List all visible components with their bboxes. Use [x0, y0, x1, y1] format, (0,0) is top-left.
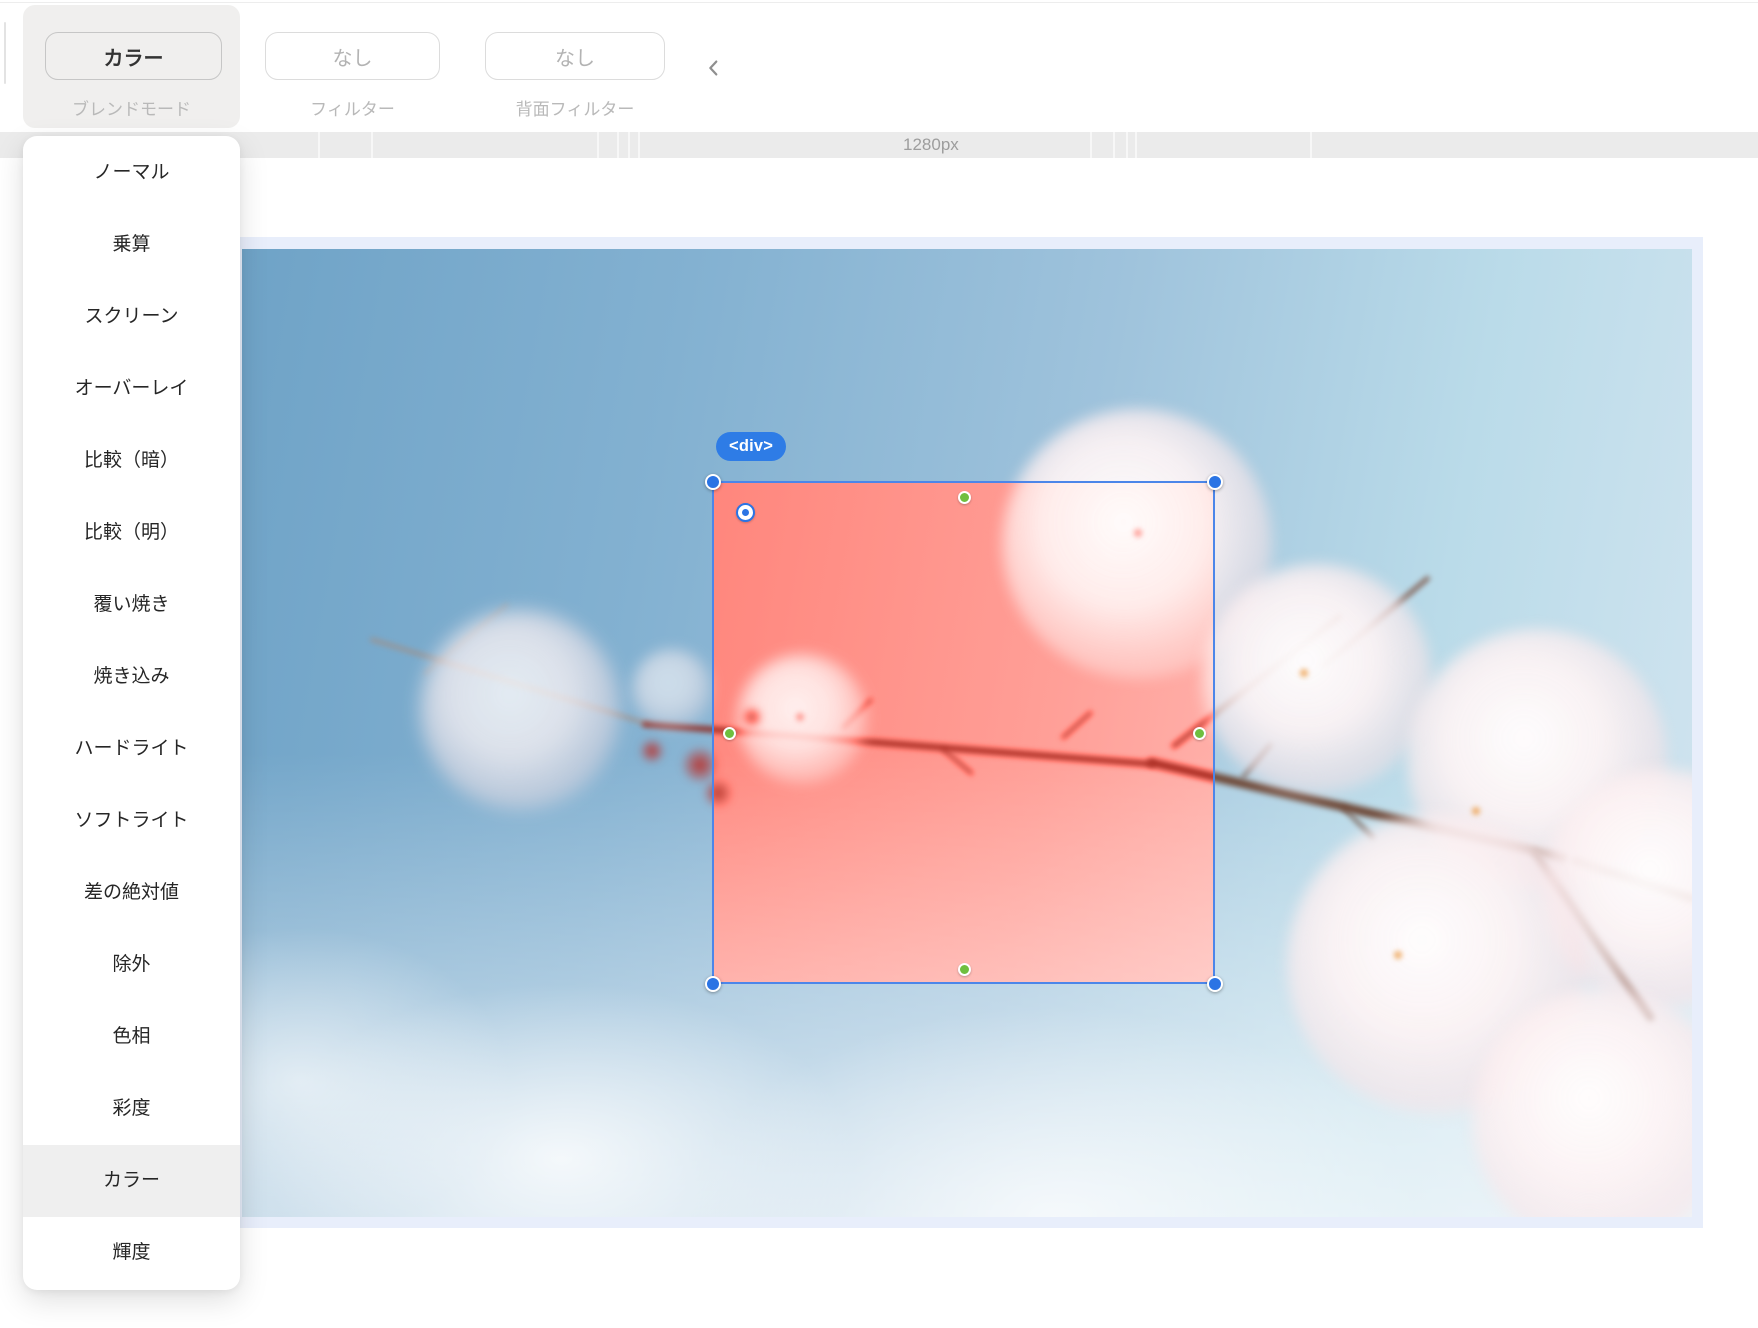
- filter-select[interactable]: なし: [265, 32, 440, 80]
- blend-menu-item-exclusion[interactable]: 除外: [23, 929, 240, 1001]
- blossom-cluster: [420, 610, 620, 810]
- element-tag-badge[interactable]: <div>: [716, 432, 787, 461]
- ruler-tick: [1090, 132, 1092, 158]
- spacing-handle-top[interactable]: [958, 491, 971, 504]
- resize-handle-top-right[interactable]: [1207, 474, 1223, 490]
- spacing-handle-right[interactable]: [1193, 727, 1206, 740]
- blend-mode-menu: ノーマル 乗算 スクリーン オーバーレイ 比較（暗） 比較（明） 覆い焼き 焼き…: [23, 136, 240, 1290]
- stamen-dot: [1392, 949, 1404, 961]
- spacing-handle-left[interactable]: [723, 727, 736, 740]
- ruler-tick: [628, 132, 630, 158]
- spacing-handle-bottom[interactable]: [958, 963, 971, 976]
- blend-menu-item-saturation[interactable]: 彩度: [23, 1073, 240, 1145]
- blend-menu-item-hue[interactable]: 色相: [23, 1001, 240, 1073]
- ruler-tick: [371, 132, 373, 158]
- red-bud: [640, 739, 664, 763]
- blend-menu-item-soft-light[interactable]: ソフトライト: [23, 785, 240, 857]
- ruler-tick: [597, 132, 599, 158]
- border-radius-handle[interactable]: [736, 503, 755, 522]
- blend-mode-select[interactable]: カラー: [45, 32, 222, 80]
- backdrop-filter-label: 背面フィルター: [515, 99, 635, 119]
- resize-handle-bottom-left[interactable]: [705, 976, 721, 992]
- canvas-ruler: 1280px: [0, 132, 1758, 158]
- canvas-width-label: 1280px: [903, 135, 959, 154]
- panel-edge-divider: [4, 22, 6, 84]
- blend-menu-item-overlay[interactable]: オーバーレイ: [23, 353, 240, 425]
- stamen-dot: [1298, 667, 1310, 679]
- blend-mode-label: ブレンドモード: [72, 99, 191, 119]
- blend-menu-item-color-burn[interactable]: 焼き込み: [23, 641, 240, 713]
- blossom-cluster: [1202, 564, 1432, 794]
- blend-menu-item-color-dodge[interactable]: 覆い焼き: [23, 569, 240, 641]
- ruler-tick: [318, 132, 320, 158]
- blend-menu-item-color[interactable]: カラー: [23, 1145, 240, 1217]
- ruler-tick: [1310, 132, 1312, 158]
- blend-menu-item-normal[interactable]: ノーマル: [23, 137, 240, 209]
- collapse-panel-button[interactable]: [700, 54, 728, 82]
- top-divider: [0, 2, 1758, 3]
- ruler-tick: [1126, 132, 1128, 158]
- blend-menu-item-multiply[interactable]: 乗算: [23, 209, 240, 281]
- blend-menu-item-lighten[interactable]: 比較（明）: [23, 497, 240, 569]
- resize-handle-bottom-right[interactable]: [1207, 976, 1223, 992]
- blend-menu-item-luminosity[interactable]: 輝度: [23, 1217, 240, 1289]
- blossom-cluster: [632, 649, 712, 729]
- ruler-tick: [1113, 132, 1115, 158]
- ruler-tick: [617, 132, 619, 158]
- stamen-dot: [1470, 805, 1482, 817]
- blend-menu-item-hard-light[interactable]: ハードライト: [23, 713, 240, 785]
- blend-menu-item-screen[interactable]: スクリーン: [23, 281, 240, 353]
- backdrop-filter-select[interactable]: なし: [485, 32, 665, 80]
- selection-outline[interactable]: [712, 481, 1215, 984]
- blend-menu-item-darken[interactable]: 比較（暗）: [23, 425, 240, 497]
- blend-menu-item-difference[interactable]: 差の絶対値: [23, 857, 240, 929]
- resize-handle-top-left[interactable]: [705, 474, 721, 490]
- ruler-tick: [1135, 132, 1137, 158]
- chevron-left-icon: [703, 57, 725, 79]
- ruler-tick: [638, 132, 640, 158]
- filter-label: フィルター: [310, 99, 395, 119]
